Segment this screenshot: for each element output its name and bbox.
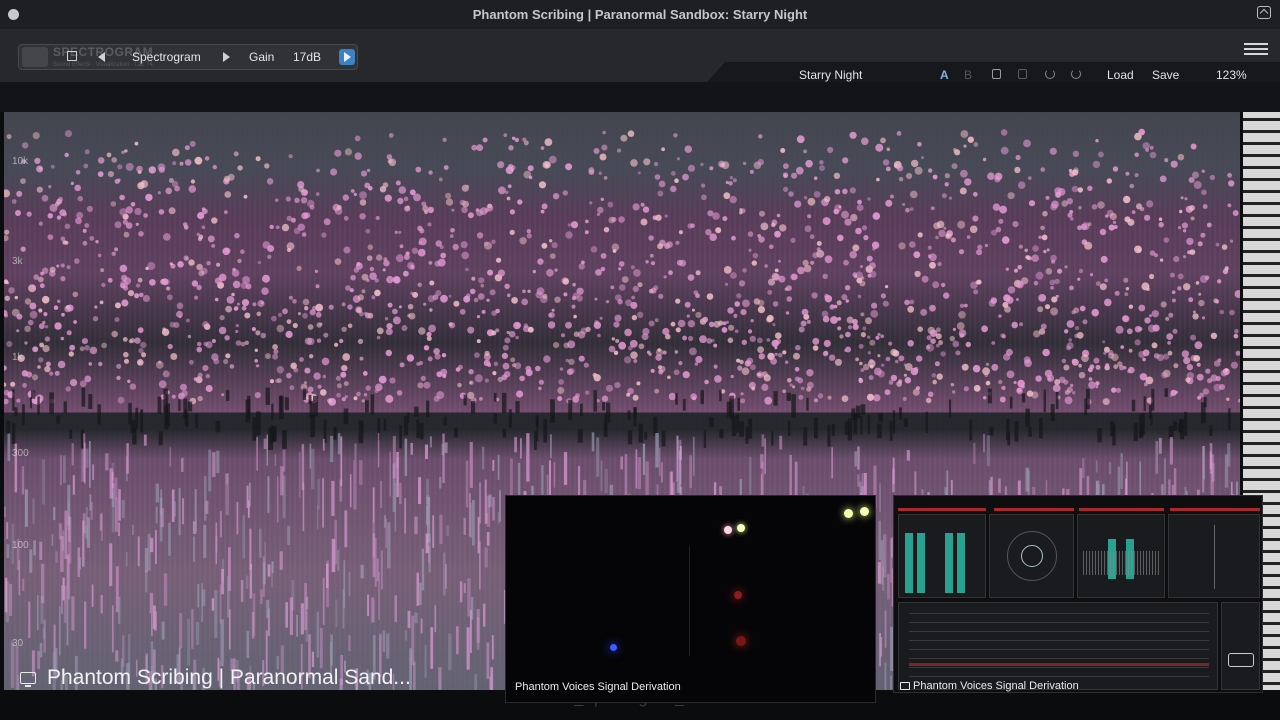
meter-header bbox=[994, 508, 1074, 511]
stereo-panel bbox=[1168, 514, 1260, 598]
gain-value[interactable]: 17dB bbox=[293, 50, 321, 64]
preset-name[interactable]: Starry Night bbox=[799, 68, 862, 82]
freq-label: 10k bbox=[12, 156, 29, 167]
undo-icon[interactable] bbox=[1045, 69, 1055, 79]
correlation-panel bbox=[1077, 514, 1165, 598]
window-title: Phantom Scribing | Paranormal Sandbox: S… bbox=[472, 7, 808, 22]
light-spot bbox=[724, 526, 732, 534]
freq-label: 300 bbox=[12, 448, 29, 459]
light-spot bbox=[610, 644, 617, 651]
level-meter-panel bbox=[898, 514, 986, 598]
gain-label: Gain bbox=[249, 50, 275, 64]
window-expand-icon[interactable] bbox=[1257, 6, 1271, 19]
paste-icon[interactable] bbox=[1018, 69, 1027, 79]
meter-header bbox=[898, 508, 986, 511]
light-spot bbox=[734, 591, 742, 599]
light-spot bbox=[737, 524, 745, 532]
freq-label: 30 bbox=[12, 638, 24, 649]
redo-icon[interactable] bbox=[1071, 69, 1081, 79]
mode-label[interactable]: Spectrogram bbox=[132, 50, 201, 64]
prev-icon[interactable] bbox=[98, 52, 105, 62]
screen-icon bbox=[900, 682, 910, 690]
screen-icon bbox=[20, 672, 36, 687]
hawkeye-brand-panel bbox=[1221, 602, 1260, 690]
zoom-level[interactable]: 123% bbox=[1216, 68, 1247, 82]
menu-icon[interactable] bbox=[1244, 43, 1268, 57]
light-spot bbox=[844, 509, 853, 518]
freq-label: 100 bbox=[12, 540, 29, 551]
crop-icon[interactable] bbox=[67, 51, 77, 61]
thumbnail-caption: Phantom Voices Signal Derivation bbox=[913, 680, 1079, 692]
dark-pole bbox=[689, 546, 690, 656]
copy-icon[interactable] bbox=[992, 69, 1001, 79]
meter-header bbox=[1079, 508, 1164, 511]
thumbnail-video[interactable]: Phantom Voices Signal Derivation bbox=[505, 495, 876, 703]
meter-header bbox=[1170, 508, 1260, 511]
plugin-logo bbox=[22, 47, 48, 67]
ab-b-button[interactable]: B bbox=[964, 68, 972, 82]
plugin-toolbar: SPECTROGRAM Sound Effects · Visualizatio… bbox=[18, 44, 358, 70]
load-button[interactable]: Load bbox=[1107, 68, 1134, 82]
main-window-label: Phantom Scribing | Paranormal Sand... bbox=[47, 666, 411, 689]
history-graph-panel bbox=[898, 602, 1218, 690]
light-spot bbox=[736, 636, 746, 646]
light-spot bbox=[860, 507, 869, 516]
thumbnail-meters[interactable]: Phantom Voices Signal Derivation bbox=[893, 495, 1263, 693]
title-bar: Phantom Scribing | Paranormal Sandbox: S… bbox=[0, 0, 1280, 30]
vectorscope-panel bbox=[989, 514, 1074, 598]
ab-a-button[interactable]: A bbox=[940, 68, 949, 82]
header-dark-strip bbox=[0, 82, 1280, 112]
freq-label: 3k bbox=[12, 256, 23, 267]
next-icon[interactable] bbox=[223, 52, 230, 62]
freq-label: 1k bbox=[12, 352, 23, 363]
thumbnail-caption: Phantom Voices Signal Derivation bbox=[515, 681, 681, 693]
play-icon[interactable] bbox=[339, 49, 355, 65]
save-button[interactable]: Save bbox=[1152, 68, 1179, 82]
